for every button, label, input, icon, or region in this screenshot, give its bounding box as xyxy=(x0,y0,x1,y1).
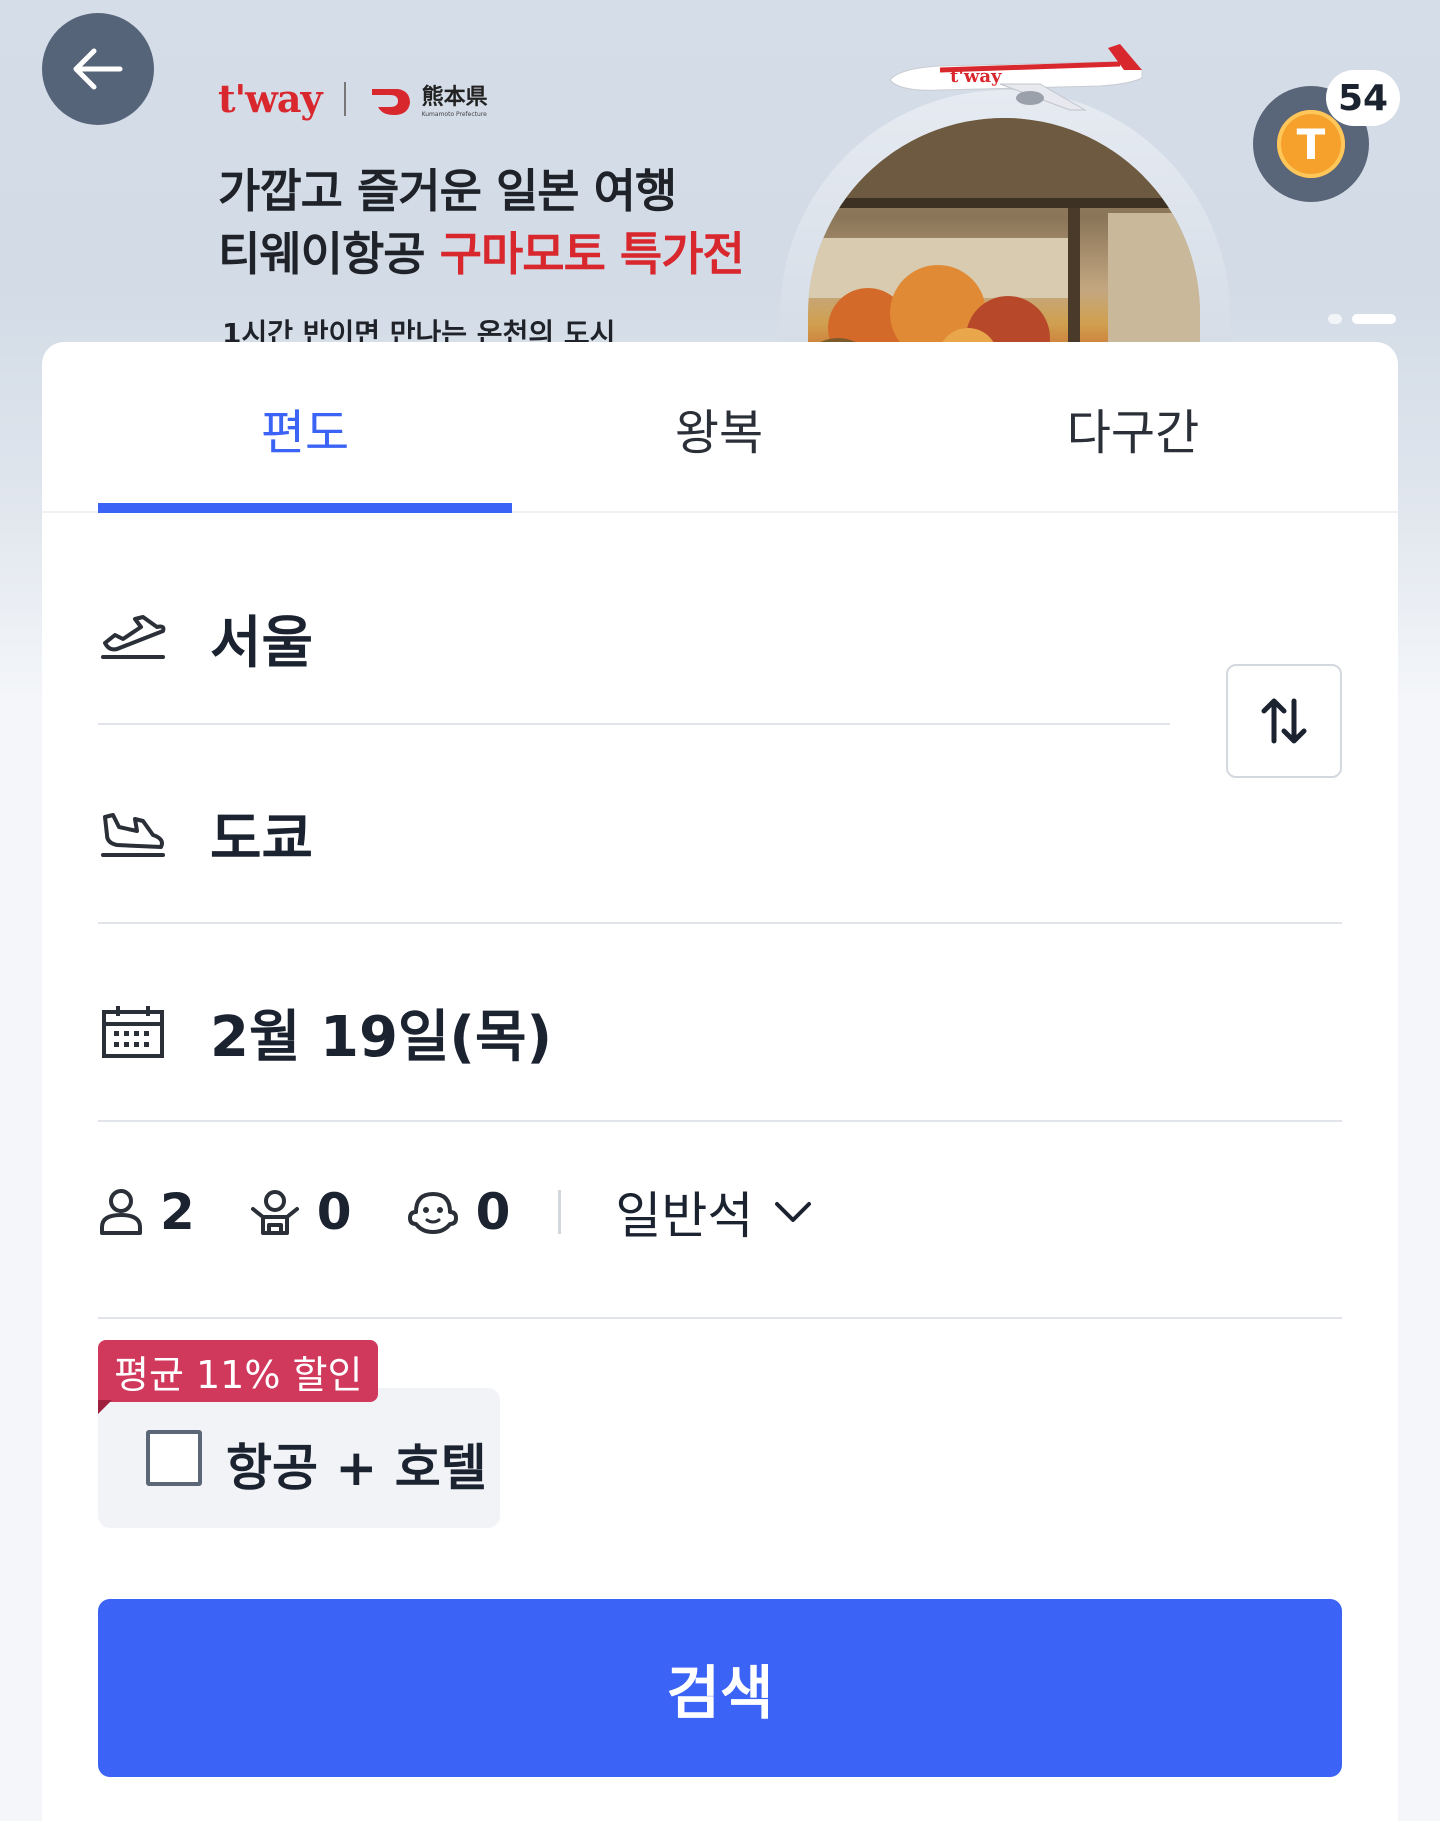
passenger-row: 2 0 0 일반석 xyxy=(98,1167,813,1257)
kumamoto-subtitle: Kumamoto Prefecture xyxy=(421,111,487,118)
origin-field[interactable]: 서울 xyxy=(98,588,1228,688)
landing-icon xyxy=(98,799,168,869)
adult-count: 2 xyxy=(160,1183,195,1241)
active-tab-indicator xyxy=(98,503,512,513)
calendar-icon xyxy=(98,997,168,1067)
banner-headline-2: 티웨이항공 구마모토 특가전 xyxy=(218,218,745,284)
child-count: 0 xyxy=(316,1183,352,1241)
child-icon xyxy=(250,1190,299,1235)
carousel-indicator xyxy=(1328,314,1396,324)
destination-field[interactable]: 도쿄 xyxy=(98,784,1228,884)
destination-value: 도쿄 xyxy=(210,806,314,872)
passenger-separator xyxy=(558,1190,562,1234)
brand-separator xyxy=(343,81,346,116)
kumamoto-logo: 熊本県 Kumamoto Prefecture xyxy=(368,79,488,118)
infant-face-icon xyxy=(407,1192,458,1234)
banner-headline-1: 가깝고 즐거운 일본 여행 xyxy=(218,164,677,218)
tab-multi-city[interactable]: 다구간 xyxy=(926,342,1340,513)
trip-type-tabs: 편도 왕복 다구간 xyxy=(42,342,1398,513)
adult-count-selector[interactable]: 2 xyxy=(98,1183,195,1241)
origin-divider xyxy=(98,723,1170,725)
airplane-image: t'way xyxy=(889,44,1143,111)
tab-round-trip[interactable]: 왕복 xyxy=(512,342,926,513)
discount-badge-tail xyxy=(98,1400,112,1414)
search-button[interactable]: 검색 xyxy=(98,1599,1342,1777)
flight-hotel-option[interactable]: 항공 + 호텔 xyxy=(98,1388,500,1528)
swap-arrows-icon xyxy=(1261,698,1307,744)
carousel-dot xyxy=(1328,314,1342,324)
cabin-class-value: 일반석 xyxy=(615,1187,754,1245)
date-divider xyxy=(98,1120,1342,1122)
adult-person-icon xyxy=(100,1189,142,1235)
kumamoto-title: 熊本県 xyxy=(421,85,488,110)
discount-badge: 평균 11% 할인 xyxy=(98,1340,379,1402)
passenger-divider xyxy=(98,1317,1342,1319)
brand-logos: t'way 熊本県 Kumamoto Prefecture xyxy=(218,76,488,121)
infant-count: 0 xyxy=(475,1183,511,1241)
child-count-selector[interactable]: 0 xyxy=(249,1183,352,1241)
date-field[interactable]: 2월 19일(목) xyxy=(98,982,1342,1082)
swap-route-button[interactable] xyxy=(1226,664,1342,778)
points-count-badge: 54 xyxy=(1326,70,1400,126)
banner-headline-2-prefix: 티웨이항공 xyxy=(218,227,440,281)
flight-hotel-label: 항공 + 호텔 xyxy=(226,1439,487,1497)
origin-value: 서울 xyxy=(210,610,314,676)
svg-text:t'way: t'way xyxy=(950,66,1002,87)
tway-logo: t'way xyxy=(218,76,323,121)
chevron-down-icon xyxy=(775,1202,812,1222)
arrow-left-icon xyxy=(73,48,123,90)
infant-count-selector[interactable]: 0 xyxy=(406,1183,511,1241)
tab-one-way[interactable]: 편도 xyxy=(98,342,512,513)
flight-search-card: 편도 왕복 다구간 서울 도쿄 2월 19일(목) 2 0 0 일반석 항공 +… xyxy=(42,342,1398,1821)
flight-hotel-checkbox[interactable] xyxy=(146,1430,202,1486)
date-value: 2월 19일(목) xyxy=(210,1004,553,1070)
destination-divider xyxy=(98,922,1342,924)
takeoff-icon xyxy=(98,603,168,673)
back-button[interactable] xyxy=(42,13,154,125)
cabin-class-dropdown[interactable]: 일반석 xyxy=(615,1176,813,1248)
kumamoto-mark-icon xyxy=(371,88,410,115)
coin-icon: T xyxy=(1277,110,1345,178)
banner-headline-2-highlight: 구마모토 특가전 xyxy=(439,227,745,281)
carousel-dot-active xyxy=(1352,314,1396,324)
